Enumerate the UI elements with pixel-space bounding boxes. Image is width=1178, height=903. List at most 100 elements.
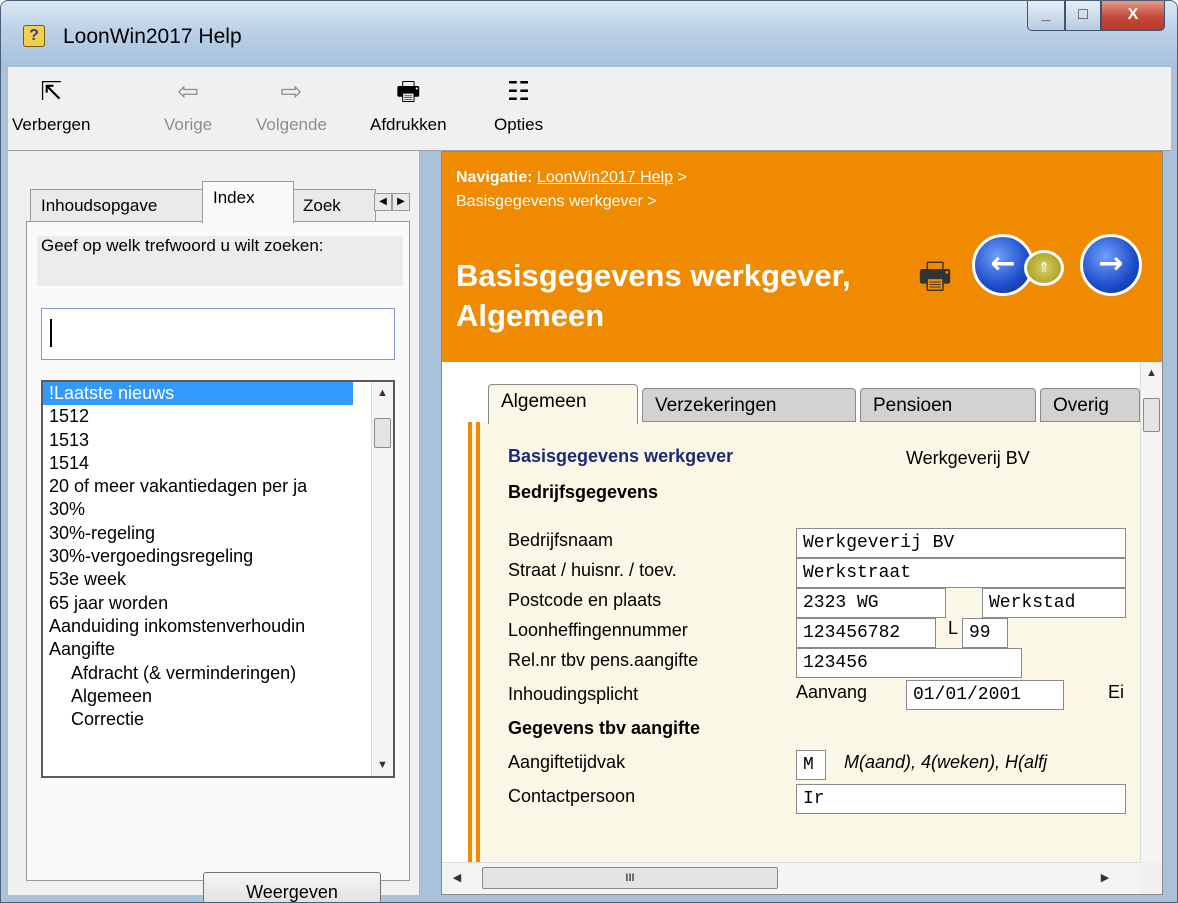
list-item[interactable]: Aangifte	[43, 638, 361, 661]
display-button[interactable]: Weergeven	[203, 872, 381, 902]
list-item[interactable]: Aanduiding inkomstenverhoudin	[43, 615, 361, 638]
scroll-down-icon[interactable]: ▼	[372, 754, 393, 776]
options-icon: ☷	[506, 76, 531, 106]
relnr-field[interactable]: 123456	[796, 648, 1022, 678]
aanvang-label: Aanvang	[796, 682, 868, 702]
scroll-thumb[interactable]	[1143, 398, 1160, 432]
index-panel: Geef op welk trefwoord u wilt zoeken: !L…	[26, 221, 410, 902]
list-item[interactable]: 1512	[43, 405, 361, 428]
employer-form: Basisgegevens werkgever Werkgeverij BV B…	[468, 422, 1140, 862]
minimize-button[interactable]: _	[1027, 1, 1065, 31]
list-item[interactable]: Correctie	[43, 708, 361, 731]
back-button[interactable]: ⇦ Vorige	[164, 73, 212, 135]
breadcrumb-link-home[interactable]: LoonWin2017 Help	[537, 169, 673, 186]
navigation-pane: Inhoudsopgave Index Zoek ◀ ▶ Geef op wel…	[8, 151, 420, 902]
topic-horizontal-scrollbar[interactable]: ◀ III ▶	[442, 862, 1140, 894]
tab-index[interactable]: Index	[202, 181, 294, 223]
tab-scroll-left-icon[interactable]: ◀	[374, 193, 392, 211]
tab-scroll-buttons: ◀ ▶	[374, 193, 410, 211]
top-of-page-icon[interactable]: ⇑	[1024, 250, 1064, 286]
gegevens-aangifte-heading: Gegevens tbv aangifte	[508, 718, 701, 738]
hide-button-label: Verbergen	[12, 115, 91, 134]
forward-button[interactable]: ⇨ Volgende	[256, 73, 327, 135]
help-app-icon: ?	[23, 25, 45, 47]
keyword-prompt: Geef op welk trefwoord u wilt zoeken:	[37, 236, 403, 286]
list-item[interactable]: 30%-vergoedingsregeling	[43, 545, 361, 568]
title-bar[interactable]: ? LoonWin2017 Help _ □ X	[1, 1, 1177, 67]
next-topic-icon[interactable]: →	[1080, 234, 1142, 296]
list-item[interactable]: 30%-regeling	[43, 522, 361, 545]
options-button-label: Opties	[494, 115, 544, 134]
hide-pane-icon: ⇱	[40, 76, 63, 106]
text-caret	[50, 319, 52, 347]
contactpersoon-field[interactable]: Ir	[796, 784, 1126, 814]
window-title: LoonWin2017 Help	[63, 25, 242, 48]
aangiftetijdvak-label: Aangiftetijdvak	[508, 752, 626, 772]
print-topic-icon[interactable]: 🖶	[918, 250, 952, 311]
back-button-label: Vorige	[164, 115, 213, 134]
breadcrumb-current[interactable]: Basisgegevens werkgever >	[456, 193, 657, 210]
doc-tab-pensioen[interactable]: Pensioen	[860, 388, 1036, 422]
postcode-field[interactable]: 2323 WG	[796, 588, 946, 618]
list-item[interactable]: 1514	[43, 452, 361, 475]
tab-scroll-right-icon[interactable]: ▶	[392, 193, 410, 211]
topic-content: Algemeen Verzekeringen Pensioen Overig B…	[442, 362, 1140, 862]
list-item[interactable]: 65 jaar worden	[43, 592, 361, 615]
plaats-field[interactable]: Werkstad	[982, 588, 1126, 618]
list-item[interactable]: Algemeen	[43, 685, 361, 708]
scroll-up-icon[interactable]: ▲	[1141, 362, 1162, 384]
doc-tab-verzekeringen[interactable]: Verzekeringen	[642, 388, 856, 422]
list-item[interactable]: !Laatste nieuws	[43, 382, 353, 406]
aanvang-field[interactable]: 01/01/2001	[906, 680, 1064, 710]
straat-field[interactable]: Werkstraat	[796, 558, 1126, 588]
doc-tab-algemeen[interactable]: Algemeen	[488, 384, 638, 424]
scrollbar-corner	[1140, 862, 1162, 894]
keyword-input[interactable]	[41, 308, 395, 360]
loonheffingen-field[interactable]: 123456782	[796, 618, 936, 648]
list-item[interactable]: 1513	[43, 429, 361, 452]
forward-arrow-icon: ⇨	[280, 76, 303, 106]
inhoudingsplicht-label: Inhoudingsplicht	[508, 684, 639, 704]
bedrijfsnaam-label: Bedrijfsnaam	[508, 530, 614, 550]
tab-contents[interactable]: Inhoudsopgave	[30, 189, 204, 223]
maximize-button[interactable]: □	[1065, 1, 1101, 31]
list-item[interactable]: 20 of meer vakantiedagen per ja	[43, 475, 361, 498]
section-title: Basisgegevens werkgever	[508, 446, 734, 466]
index-list-scrollbar[interactable]: ▲ ▼	[371, 382, 393, 776]
forward-button-label: Volgende	[256, 115, 327, 134]
options-button[interactable]: ☷ Opties	[494, 73, 543, 135]
straat-label: Straat / huisnr. / toev.	[508, 560, 677, 580]
aangiftetijdvak-field[interactable]: M	[796, 750, 826, 780]
scroll-right-icon[interactable]: ▶	[1094, 863, 1116, 893]
close-button[interactable]: X	[1101, 1, 1165, 31]
list-item[interactable]: Afdracht (& verminderingen)	[43, 662, 361, 685]
breadcrumb: Navigatie: LoonWin2017 Help > Basisgegev…	[456, 166, 687, 214]
contactpersoon-label: Contactpersoon	[508, 786, 636, 806]
aangiftetijdvak-hint: M(aand), 4(weken), H(alfj	[844, 752, 1048, 772]
printer-icon: 🖶	[396, 76, 421, 106]
doc-tab-overig[interactable]: Overig	[1040, 388, 1140, 422]
company-name-display: Werkgeverij BV	[906, 448, 1030, 468]
list-item[interactable]: 30%	[43, 498, 361, 521]
hide-button[interactable]: ⇱ Verbergen	[12, 73, 90, 135]
scroll-thumb[interactable]	[374, 418, 391, 448]
relnr-label: Rel.nr tbv pens.aangifte	[508, 650, 699, 670]
topic-nav-buttons: ← ⇑ →	[972, 234, 1152, 298]
topic-banner: Navigatie: LoonWin2017 Help > Basisgegev…	[442, 152, 1162, 362]
print-button[interactable]: 🖶 Afdrukken	[370, 73, 447, 135]
scroll-up-icon[interactable]: ▲	[372, 382, 393, 404]
page-title: Basisgegevens werkgever, Algemeen	[456, 258, 851, 333]
scroll-left-icon[interactable]: ◀	[446, 863, 468, 893]
help-window: ? LoonWin2017 Help _ □ X ⇱ Verbergen ⇦ V…	[0, 0, 1178, 903]
list-item[interactable]: 53e week	[43, 568, 361, 591]
hscroll-thumb[interactable]: III	[482, 867, 778, 889]
loonheffingen-l-label: L	[948, 618, 959, 638]
einde-label: Ei	[1108, 682, 1125, 702]
index-list[interactable]: !Laatste nieuws 1512 1513 1514 20 of mee…	[41, 380, 395, 778]
tab-search[interactable]: Zoek	[292, 189, 376, 223]
topic-vertical-scrollbar[interactable]: ▲	[1140, 362, 1162, 862]
loonheffingen-label: Loonheffingennummer	[508, 620, 688, 640]
back-arrow-icon: ⇦	[177, 76, 199, 106]
bedrijfsnaam-field[interactable]: Werkgeverij BV	[796, 528, 1126, 558]
loonheffingen-l-field[interactable]: 99	[962, 618, 1008, 648]
